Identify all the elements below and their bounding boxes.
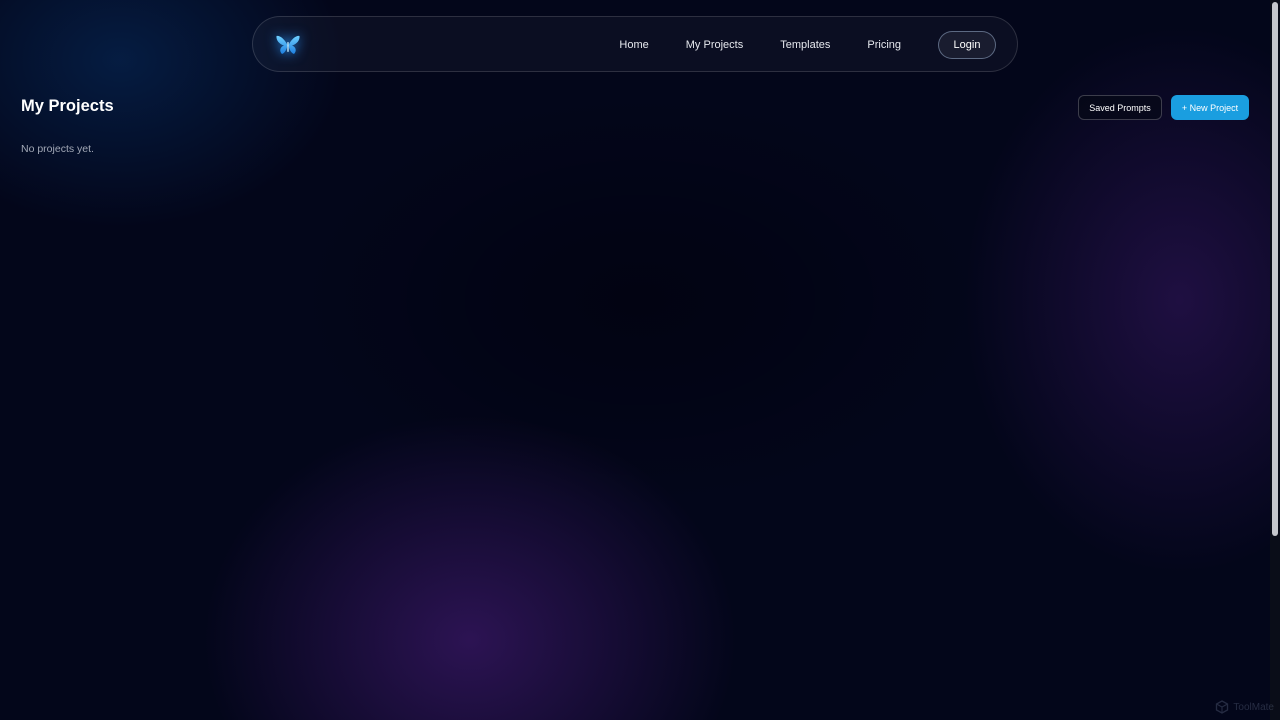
butterfly-icon[interactable]	[275, 33, 301, 57]
nav-link-templates[interactable]: Templates	[780, 39, 830, 51]
cube-icon	[1215, 700, 1229, 714]
nav-link-my-projects[interactable]: My Projects	[686, 39, 743, 51]
nav-link-pricing[interactable]: Pricing	[867, 39, 901, 51]
scrollbar-thumb[interactable]	[1272, 2, 1278, 536]
page-title: My Projects	[21, 97, 114, 115]
saved-prompts-button[interactable]: Saved Prompts	[1078, 95, 1162, 120]
top-navbar: Home My Projects Templates Pricing Login	[252, 16, 1018, 72]
nav-links: Home My Projects Templates Pricing Login	[619, 30, 996, 59]
new-project-button[interactable]: + New Project	[1171, 95, 1249, 120]
empty-state-message: No projects yet.	[21, 143, 94, 155]
vertical-scrollbar[interactable]	[1270, 0, 1280, 720]
nav-link-home[interactable]: Home	[619, 39, 648, 51]
login-button[interactable]: Login	[938, 30, 996, 59]
watermark: ToolMate	[1215, 700, 1274, 714]
watermark-text: ToolMate	[1233, 701, 1274, 713]
